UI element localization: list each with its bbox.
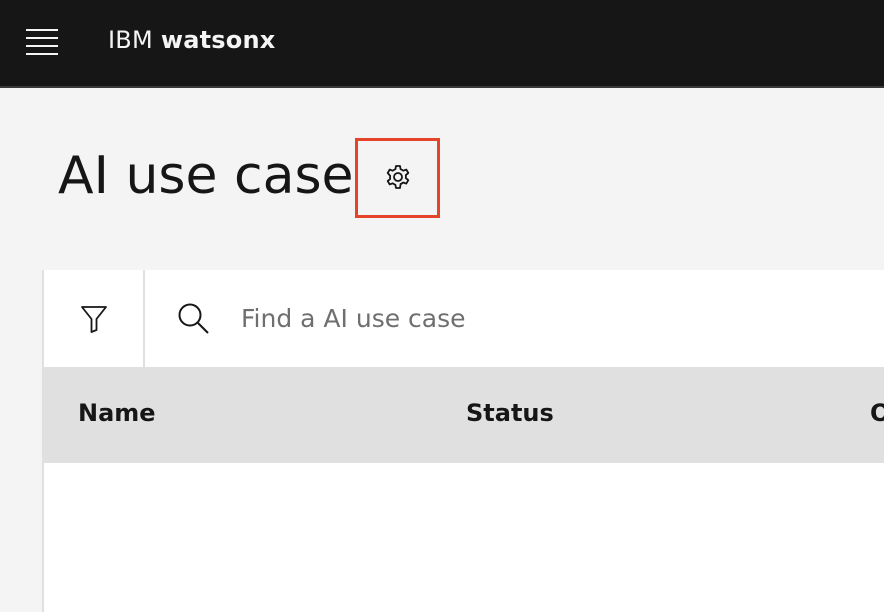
- search-input[interactable]: [241, 298, 841, 338]
- brand-product: watsonx: [160, 26, 276, 54]
- table-toolbar: [44, 270, 884, 367]
- top-navigation-bar: IBM watsonx: [0, 0, 884, 88]
- filter-icon: [80, 305, 107, 333]
- column-header-truncated[interactable]: O: [870, 399, 884, 427]
- use-case-table-panel: Name Status O: [42, 270, 884, 612]
- column-header-name[interactable]: Name: [78, 399, 156, 427]
- brand-prefix: IBM: [108, 26, 153, 54]
- gear-icon: [386, 165, 409, 189]
- search-icon: [178, 303, 209, 334]
- filter-button[interactable]: [44, 270, 145, 367]
- table-body: [44, 463, 884, 612]
- search-bar: [147, 270, 884, 367]
- column-header-status[interactable]: Status: [466, 399, 554, 427]
- hamburger-menu-icon[interactable]: [18, 18, 66, 66]
- table-header-row: Name Status O: [44, 367, 884, 463]
- page-title: AI use case: [58, 146, 354, 206]
- brand-logo[interactable]: IBM watsonx: [108, 26, 275, 54]
- settings-button[interactable]: [355, 138, 440, 218]
